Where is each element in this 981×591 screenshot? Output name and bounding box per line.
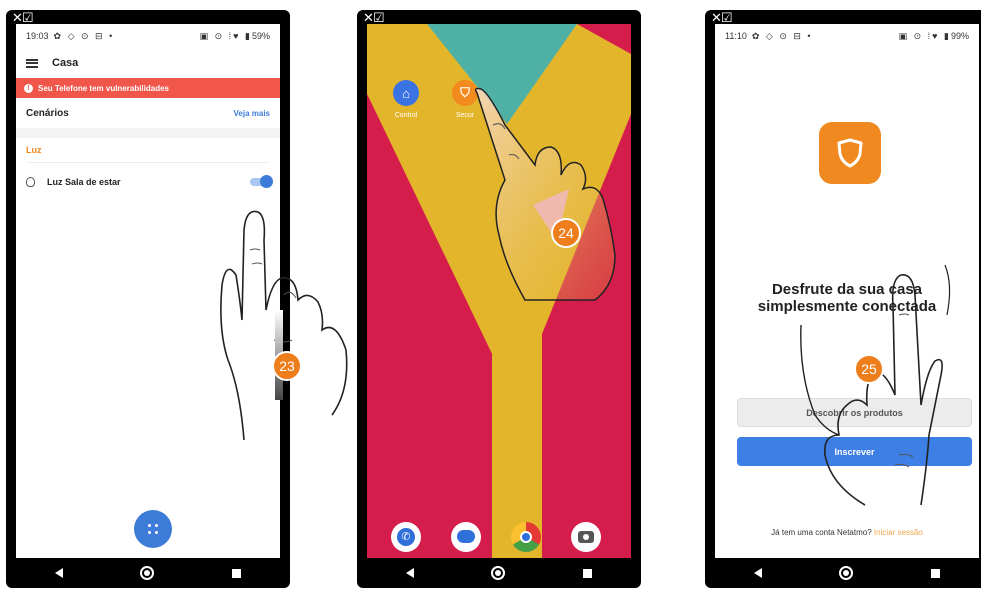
phone-frame-1: ✕☑ 19:03 ✿ ◇ ⊙ ⊟ • ▣ ⊙ ⁞♥ ▮59% Casa ! Se… (6, 10, 290, 588)
grid-dots-icon (148, 524, 158, 534)
chrome-app-icon[interactable] (511, 522, 541, 552)
home-icon[interactable] (839, 566, 854, 580)
vulnerability-alert[interactable]: ! Seu Telefone tem vulnerabilidades (16, 78, 280, 98)
battery-level: 99% (950, 30, 969, 41)
corner-mark: ✕☑ (12, 10, 34, 25)
back-icon[interactable] (753, 568, 762, 578)
scenes-label: Cenários (26, 107, 69, 119)
step-badge-23: 23 (272, 351, 302, 381)
menu-icon[interactable] (26, 58, 38, 68)
headline-line-1: Desfrute da sua casa (771, 281, 923, 298)
warning-icon: ! (24, 83, 33, 93)
section-divider (16, 128, 280, 138)
scenes-header: Cenários Veja mais (16, 98, 280, 128)
login-prompt: Já tem uma conta Netatmo? Iniciar sessão (715, 528, 979, 537)
android-nav-bar (16, 558, 280, 588)
security-app-icon[interactable]: ⛉ (452, 80, 478, 106)
camera-app-icon[interactable] (571, 522, 601, 552)
corner-mark: ✕☑ (363, 10, 385, 25)
home-screen: ⌂ Control ⛉ Secur ✆ (367, 24, 631, 558)
welcome-headline: Desfrute da sua casa simplesmente conect… (715, 281, 979, 315)
headline-line-2: simplesmente conectada (757, 298, 937, 315)
step-badge-25: 25 (854, 354, 884, 384)
status-icons-right: ▣ ⊙ ⁞♥ ▮ (199, 30, 252, 41)
home-icon[interactable] (491, 566, 506, 580)
control-app-icon[interactable]: ⌂ (393, 80, 419, 106)
lightbulb-icon (26, 177, 35, 187)
status-icons-right: ▣ ⊙ ⁞♥ ▮ (898, 30, 951, 41)
page-title: Casa (52, 57, 79, 69)
light-toggle[interactable] (250, 175, 273, 188)
recents-icon[interactable] (232, 568, 242, 578)
home-icon[interactable] (140, 566, 155, 580)
app-screen-home: 19:03 ✿ ◇ ⊙ ⊟ • ▣ ⊙ ⁞♥ ▮59% Casa ! Seu T… (16, 24, 280, 558)
app-label-security: Secur (455, 112, 475, 119)
discover-products-button[interactable]: Descobrir os produtos (737, 398, 972, 427)
light-item-label: Luz Sala de estar (47, 177, 121, 187)
corner-mark: ✕☑ (711, 10, 733, 25)
alert-text: Seu Telefone tem vulnerabilidades (38, 83, 169, 93)
android-nav-bar (715, 558, 979, 588)
phone-app-icon[interactable]: ✆ (391, 522, 421, 552)
category-light: Luz (26, 145, 42, 155)
battery-level: 59% (251, 30, 270, 41)
status-bar: 11:10 ✿ ◇ ⊙ ⊟ • ▣ ⊙ ⁞♥ ▮99% (715, 24, 979, 48)
recents-icon[interactable] (931, 568, 941, 578)
recents-icon[interactable] (583, 568, 593, 578)
list-item-light[interactable]: Luz Sala de estar (16, 163, 280, 201)
login-prompt-text: Já tem uma conta Netatmo? (771, 528, 872, 537)
messages-app-icon[interactable] (451, 522, 481, 552)
phone-frame-3: ✕☑ 11:10 ✿ ◇ ⊙ ⊟ • ▣ ⊙ ⁞♥ ▮99% Desfrute … (705, 10, 981, 588)
security-logo-icon (819, 122, 881, 184)
welcome-screen: 11:10 ✿ ◇ ⊙ ⊟ • ▣ ⊙ ⁞♥ ▮99% Desfrute da … (715, 24, 979, 558)
status-bar: 19:03 ✿ ◇ ⊙ ⊟ • ▣ ⊙ ⁞♥ ▮59% (16, 24, 280, 48)
back-icon[interactable] (54, 568, 63, 578)
login-link[interactable]: Iniciar sessão (874, 528, 923, 537)
back-icon[interactable] (405, 568, 414, 578)
status-icons-left: ✿ ◇ ⊙ ⊟ • (53, 30, 115, 41)
signup-button[interactable]: Inscrever (737, 437, 972, 466)
phone-frame-2: ✕☑ ⌂ Control ⛉ Secur ✆ (357, 10, 641, 588)
status-time: 11:10 (725, 30, 747, 41)
app-label-control: Control (394, 112, 418, 119)
status-time: 19:03 (26, 30, 49, 41)
app-bar: Casa (16, 48, 280, 78)
status-icons-left: ✿ ◇ ⊙ ⊟ • (751, 30, 813, 41)
devices-fab-button[interactable] (134, 510, 172, 548)
step-badge-24: 24 (551, 218, 581, 248)
see-more-link[interactable]: Veja mais (234, 109, 270, 118)
android-nav-bar (367, 558, 631, 588)
